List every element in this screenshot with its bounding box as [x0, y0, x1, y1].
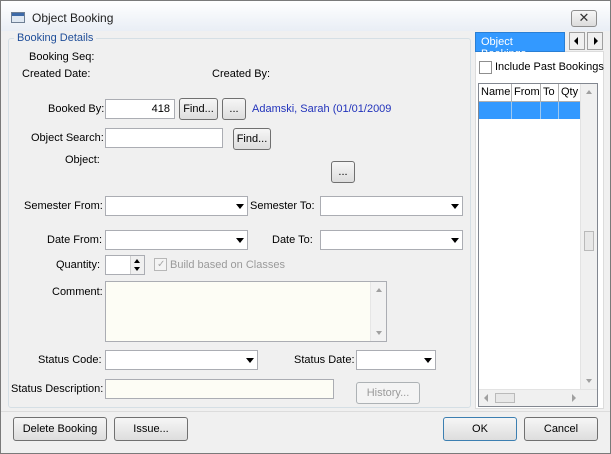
build-based-label: Build based on Classes [170, 259, 285, 271]
tab-scroll-right-button[interactable] [587, 32, 603, 50]
date-to-picker[interactable] [320, 230, 463, 250]
booked-by-find-button[interactable]: Find... [179, 98, 218, 120]
scroll-up-icon[interactable] [586, 90, 592, 94]
object-search-input[interactable] [105, 128, 223, 148]
object-search-find-button[interactable]: Find... [233, 128, 271, 150]
cancel-button[interactable]: Cancel [524, 417, 598, 441]
window-title: Object Booking [32, 11, 114, 25]
issue-label: Issue... [133, 423, 169, 435]
include-past-bookings-checkbox[interactable] [479, 61, 492, 74]
status-code-select[interactable] [105, 350, 258, 370]
grid-header: Name From To Qty [479, 84, 581, 102]
booked-by-name-link[interactable]: Adamski, Sarah (01/01/2009 [252, 103, 391, 115]
bookings-grid[interactable]: Name From To Qty [478, 83, 598, 407]
ok-label: OK [472, 423, 488, 435]
column-header-qty[interactable]: Qty [559, 84, 581, 102]
column-header-name[interactable]: Name [479, 84, 512, 102]
comment-scrollbar[interactable] [370, 282, 386, 341]
status-date-picker[interactable] [356, 350, 436, 370]
object-search-label: Object Search: [31, 132, 104, 144]
spin-up-icon[interactable] [134, 259, 140, 263]
stepper-buttons[interactable] [130, 256, 144, 274]
scroll-thumb[interactable] [495, 393, 515, 403]
status-description-input[interactable] [105, 379, 334, 399]
table-cell[interactable] [541, 102, 559, 119]
scroll-right-icon[interactable] [572, 394, 576, 402]
date-from-picker[interactable] [105, 230, 248, 250]
ellipsis-label: ... [338, 166, 348, 178]
booked-by-label: Booked By: [48, 103, 105, 115]
column-header-to[interactable]: To [541, 84, 559, 102]
chevron-down-icon [236, 238, 244, 243]
footer-separator [1, 411, 610, 412]
find-button-label: Find... [183, 103, 214, 115]
chevron-down-icon [451, 238, 459, 243]
semester-to-label: Semester To: [250, 200, 315, 212]
delete-booking-button[interactable]: Delete Booking [13, 417, 107, 441]
find-button-label: Find... [236, 133, 268, 145]
history-button-label: History... [366, 387, 410, 399]
arrow-right-icon [594, 37, 598, 45]
date-from-label: Date From: [47, 234, 103, 246]
semester-from-label: Semester From: [24, 200, 103, 212]
cancel-label: Cancel [543, 423, 579, 435]
object-label: Object: [65, 154, 100, 166]
chevron-down-icon [424, 358, 432, 363]
table-cell[interactable] [512, 102, 541, 119]
close-button[interactable]: ✕ [571, 10, 597, 27]
window-icon [11, 12, 25, 23]
include-past-bookings-label: Include Past Bookings [495, 61, 604, 73]
scroll-left-icon[interactable] [484, 394, 488, 402]
grid-horizontal-scrollbar[interactable] [479, 389, 597, 406]
comment-textarea[interactable] [105, 281, 387, 342]
build-based-checkbox[interactable]: ✓ [154, 258, 167, 271]
booked-by-browse-button[interactable]: ... [222, 98, 246, 120]
issue-button[interactable]: Issue... [114, 417, 188, 441]
history-button[interactable]: History... [356, 382, 420, 404]
chevron-down-icon [451, 204, 459, 209]
quantity-label: Quantity: [56, 259, 101, 271]
grid-vertical-scrollbar[interactable] [580, 84, 597, 389]
arrow-left-icon [574, 37, 578, 45]
scroll-down-icon[interactable] [376, 331, 382, 335]
scroll-thumb[interactable] [584, 231, 594, 251]
created-date-label: Created Date: [22, 68, 91, 80]
table-cell[interactable] [479, 102, 512, 119]
column-header-from[interactable]: From [512, 84, 541, 102]
status-code-label: Status Code: [38, 354, 102, 366]
chevron-down-icon [246, 358, 254, 363]
scroll-down-icon[interactable] [586, 379, 592, 383]
quantity-stepper[interactable] [105, 255, 145, 275]
object-booking-window: Object Booking ✕ Booking Details Booking… [0, 0, 611, 454]
semester-to-select[interactable] [320, 196, 463, 216]
close-icon: ✕ [578, 10, 590, 25]
table-row[interactable] [479, 102, 581, 119]
chevron-down-icon [236, 204, 244, 209]
delete-booking-label: Delete Booking [22, 423, 98, 435]
tab-object-bookings[interactable]: Object Bookings [475, 32, 565, 60]
spin-down-icon[interactable] [134, 267, 140, 271]
comment-label: Comment: [52, 286, 103, 298]
scroll-up-icon[interactable] [376, 288, 382, 292]
checkmark-icon: ✓ [157, 259, 166, 270]
booking-details-title: Booking Details [14, 32, 97, 44]
created-by-label: Created By: [212, 68, 271, 80]
title-bar: Object Booking ✕ [1, 1, 610, 31]
semester-from-select[interactable] [105, 196, 248, 216]
tab-scroll-left-button[interactable] [569, 32, 585, 50]
booked-by-input[interactable]: 418 [105, 99, 175, 119]
booking-seq-label: Booking Seq: [29, 51, 95, 63]
date-to-label: Date To: [272, 234, 313, 246]
object-browse-button[interactable]: ... [331, 161, 355, 183]
status-date-label: Status Date: [294, 354, 355, 366]
ok-button[interactable]: OK [443, 417, 517, 441]
status-description-label: Status Description: [11, 383, 104, 395]
table-cell[interactable] [559, 102, 581, 119]
ellipsis-label: ... [229, 103, 239, 115]
